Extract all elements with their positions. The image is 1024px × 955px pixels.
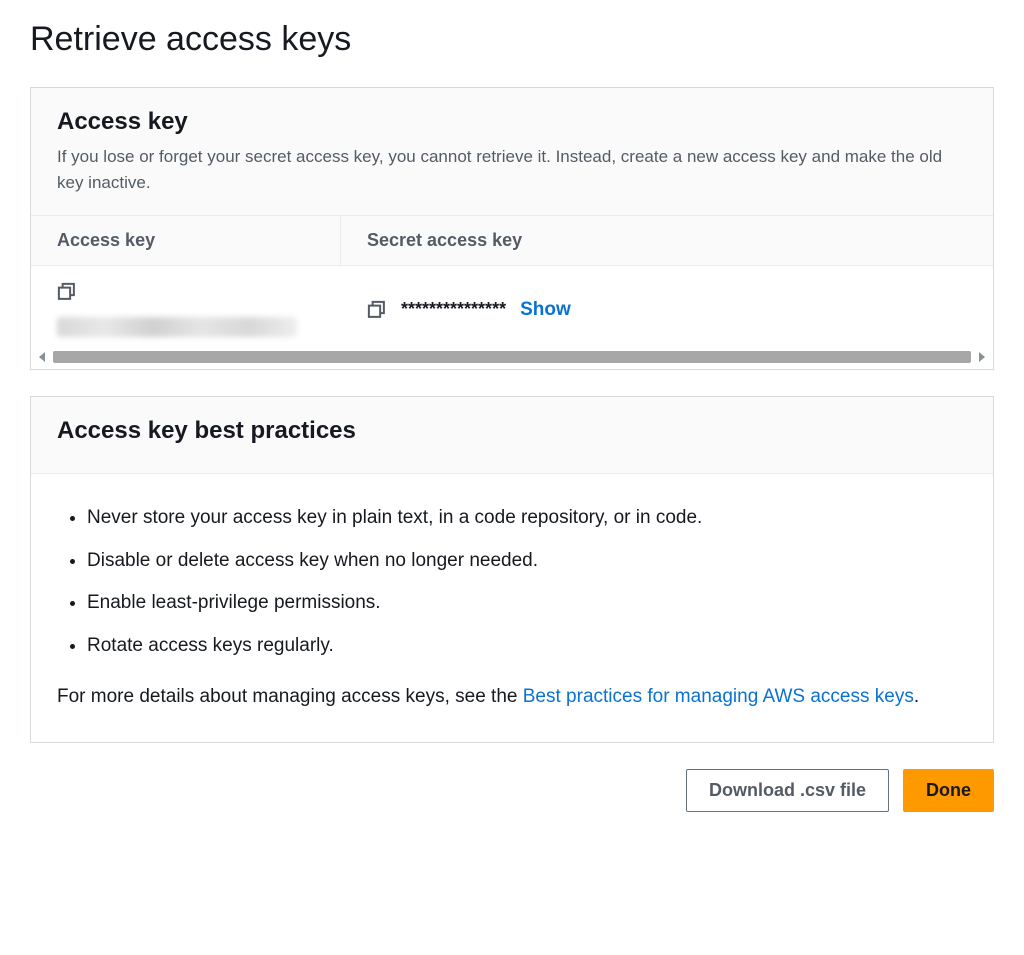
list-item: Disable or delete access key when no lon… — [87, 547, 967, 576]
copy-secret-key-icon[interactable] — [367, 300, 387, 320]
access-key-panel-header: Access key If you lose or forget your se… — [31, 88, 993, 216]
list-item: Enable least-privilege permissions. — [87, 589, 967, 618]
button-row: Download .csv file Done — [30, 769, 994, 812]
show-secret-link[interactable]: Show — [520, 299, 571, 321]
best-practices-more: For more details about managing access k… — [57, 682, 967, 712]
best-practices-body: Never store your access key in plain tex… — [31, 474, 993, 742]
copy-access-key-icon[interactable] — [57, 282, 77, 302]
horizontal-scrollbar[interactable] — [31, 349, 993, 369]
best-practices-panel: Access key best practices Never store yo… — [30, 396, 994, 743]
scroll-track[interactable] — [53, 351, 971, 363]
list-item: Never store your access key in plain tex… — [87, 504, 967, 533]
scroll-right-icon[interactable] — [977, 351, 987, 363]
best-practices-heading: Access key best practices — [57, 417, 967, 445]
best-practices-link[interactable]: Best practices for managing AWS access k… — [523, 686, 914, 707]
access-key-heading: Access key — [57, 108, 967, 136]
download-csv-button[interactable]: Download .csv file — [686, 769, 889, 812]
column-access-key: Access key — [31, 216, 341, 265]
best-practices-header: Access key best practices — [31, 397, 993, 474]
access-key-table-header: Access key Secret access key — [31, 216, 993, 266]
scroll-left-icon[interactable] — [37, 351, 47, 363]
more-text-suffix: . — [914, 686, 919, 707]
more-text-prefix: For more details about managing access k… — [57, 686, 523, 707]
cell-secret-key: *************** Show — [341, 282, 993, 337]
access-key-panel: Access key If you lose or forget your se… — [30, 87, 994, 370]
best-practices-list: Never store your access key in plain tex… — [57, 504, 967, 660]
column-secret-key: Secret access key — [341, 216, 993, 265]
access-key-description: If you lose or forget your secret access… — [57, 144, 967, 195]
list-item: Rotate access keys regularly. — [87, 632, 967, 661]
access-key-value-redacted — [57, 317, 297, 337]
page-title: Retrieve access keys — [30, 20, 994, 59]
table-row: *************** Show — [31, 266, 993, 349]
secret-key-masked: *************** — [401, 299, 506, 320]
done-button[interactable]: Done — [903, 769, 994, 812]
cell-access-key — [31, 282, 341, 337]
